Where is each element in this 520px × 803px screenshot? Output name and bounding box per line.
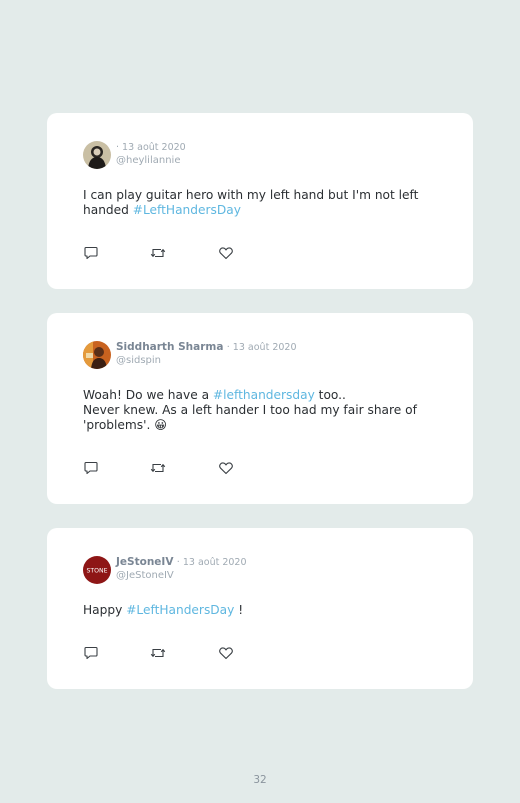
- like-icon[interactable]: [218, 645, 234, 661]
- hashtag-link[interactable]: #LeftHandersDay: [126, 603, 234, 617]
- user-name[interactable]: JeStoneIV: [116, 556, 173, 568]
- hashtag-link[interactable]: #LeftHandersDay: [133, 203, 241, 217]
- reply-icon[interactable]: [83, 245, 99, 261]
- like-icon[interactable]: [218, 460, 234, 476]
- reply-icon[interactable]: [83, 460, 99, 476]
- tweet-actions: [83, 460, 283, 476]
- tweet-date[interactable]: · 13 août 2020: [227, 342, 297, 353]
- reply-icon[interactable]: [83, 645, 99, 661]
- avatar[interactable]: [83, 141, 111, 169]
- tweet-card: Siddharth Sharma · 13 août 2020 @sidspin…: [47, 313, 473, 504]
- hashtag-link[interactable]: #lefthandersday: [213, 388, 315, 402]
- avatar[interactable]: STONE: [83, 556, 111, 584]
- retweet-icon[interactable]: [150, 645, 166, 661]
- page-number: 32: [253, 774, 267, 786]
- tweet-date[interactable]: · 13 août 2020: [116, 142, 186, 153]
- user-name[interactable]: Siddharth Sharma: [116, 341, 223, 353]
- tweet-text: Woah! Do we have a #lefthandersday too..…: [83, 388, 417, 432]
- user-handle[interactable]: @JeStoneIV: [116, 569, 247, 582]
- tweet-header: · 13 août 2020 @heylilannie: [83, 141, 443, 171]
- user-handle[interactable]: @sidspin: [116, 354, 297, 367]
- tweet-card: STONE JeStoneIV · 13 août 2020 @JeStoneI…: [47, 528, 473, 689]
- tweet-date[interactable]: · 13 août 2020: [177, 557, 247, 568]
- tweet-actions: [83, 245, 283, 261]
- avatar-logo-text: STONE: [86, 568, 107, 575]
- retweet-icon[interactable]: [150, 245, 166, 261]
- like-icon[interactable]: [218, 245, 234, 261]
- retweet-icon[interactable]: [150, 460, 166, 476]
- tweet-actions: [83, 645, 283, 661]
- avatar[interactable]: [83, 341, 111, 369]
- user-handle[interactable]: @heylilannie: [116, 154, 186, 167]
- tweet-header: STONE JeStoneIV · 13 août 2020 @JeStoneI…: [83, 556, 443, 586]
- tweet-header: Siddharth Sharma · 13 août 2020 @sidspin: [83, 341, 443, 371]
- grinning-emoji: 😀: [154, 418, 167, 432]
- tweet-card: · 13 août 2020 @heylilannie I can play g…: [47, 113, 473, 289]
- tweet-text: I can play guitar hero with my left hand…: [83, 188, 419, 217]
- tweet-text: Happy #LeftHandersDay !: [83, 603, 244, 617]
